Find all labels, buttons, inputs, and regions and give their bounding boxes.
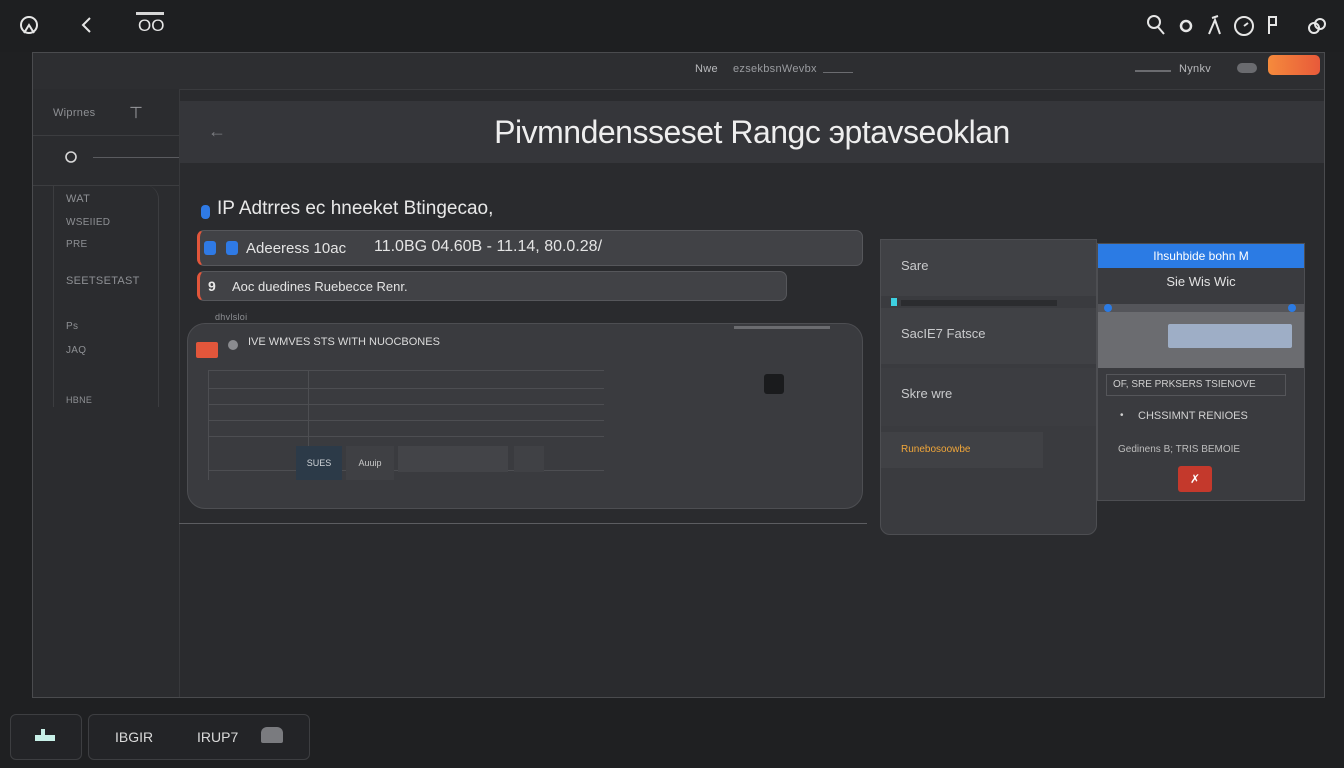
- detail-panel: Ihsuhbide bohn M Sie Wis Wic OF, SRE PRK…: [1097, 243, 1305, 501]
- table-button-auuip[interactable]: Auuip: [346, 446, 394, 480]
- sidebar-header: Wiprnes ⊤: [33, 89, 179, 136]
- detail-preview: [1098, 304, 1304, 368]
- sidebar-header-label: Wiprnes: [53, 107, 96, 119]
- address-field[interactable]: Adeeress 10ac 11.0BG 04.60B - 11.14, 80.…: [197, 230, 863, 266]
- sidebar-item[interactable]: PRE: [66, 239, 87, 250]
- action-button[interactable]: [1268, 55, 1320, 75]
- search-icon[interactable]: [1146, 14, 1166, 40]
- sidebar-item[interactable]: JAQ: [66, 345, 86, 356]
- status-dot-icon: [201, 205, 210, 219]
- footer-item[interactable]: IBGIR: [115, 729, 153, 745]
- sidebar-item[interactable]: WAT: [66, 193, 90, 205]
- pin-icon[interactable]: ⊤: [129, 103, 143, 123]
- detail-label[interactable]: OF, SRE PRKSERS TSIENOVE: [1106, 374, 1286, 396]
- title-bar: ← Pivmndensseset Rangc эptavseoklan: [180, 101, 1324, 163]
- window-label: OO: [138, 16, 165, 35]
- handle-icon[interactable]: [1104, 304, 1112, 312]
- detail-label: Gedinens B; TRIS BEMOIE: [1118, 444, 1241, 455]
- content-card: IVE WMVES STS WITH NUOCBONES SUES Auuip: [187, 323, 863, 509]
- delete-icon[interactable]: ✗: [1178, 466, 1212, 492]
- card-menu-button[interactable]: [764, 374, 784, 394]
- address-value[interactable]: 11.0BG 04.60B - 11.14, 80.0.28/: [374, 238, 602, 256]
- label-overline: [136, 12, 164, 15]
- card-badge: [196, 342, 218, 358]
- circle-icon[interactable]: [1178, 15, 1194, 39]
- range-icon: 9: [208, 278, 216, 294]
- address-icon: [204, 241, 216, 255]
- footer-bar: IBGIR IRUP7: [88, 714, 310, 760]
- option-item[interactable]: Sare: [881, 240, 1096, 296]
- back-icon[interactable]: [80, 14, 94, 40]
- card-dot-icon: [228, 340, 238, 350]
- top-bar: OO: [0, 0, 1344, 52]
- sidebar: Wiprnes ⊤ WAT WSEIIED PRE SEETSETAST Ps …: [33, 89, 180, 697]
- page-title: Pivmndensseset Rangc эptavseoklan: [494, 114, 1010, 150]
- home-icon[interactable]: [18, 15, 40, 41]
- chat-icon[interactable]: [261, 727, 283, 743]
- footer-home-button[interactable]: [10, 714, 82, 760]
- refresh-icon[interactable]: [63, 149, 79, 170]
- card-header-label: dhvlsloi: [215, 312, 248, 322]
- footer-item[interactable]: IRUP7: [197, 729, 238, 745]
- lambda-icon[interactable]: [1206, 14, 1222, 40]
- window-header: Nwe ezsekbsnWevbx Nynkv: [33, 53, 1324, 90]
- option-item-highlight[interactable]: Runebosoowbe: [881, 432, 1043, 468]
- option-item[interactable]: SacIE7 Fatsce: [881, 308, 1096, 364]
- sidebar-panel: WAT WSEIIED PRE SEETSETAST Ps JAQ HBNE: [53, 185, 159, 407]
- preview-input[interactable]: [1168, 324, 1292, 348]
- detail-sub: Sie Wis Wic: [1098, 268, 1304, 296]
- sidebar-item[interactable]: HBNE: [66, 395, 92, 405]
- options-column: Sare SacIE7 Fatsce Skre wre Runebosoowbe: [880, 239, 1097, 535]
- pin-icon[interactable]: [1266, 14, 1280, 40]
- sidebar-item[interactable]: SEETSETAST: [66, 275, 140, 287]
- toggle-icon[interactable]: [1237, 63, 1257, 73]
- table-button-sues[interactable]: SUES: [296, 446, 342, 480]
- detail-label: CHSSIMNT RENIOES: [1138, 410, 1248, 422]
- header-left-label: Nwe: [695, 63, 718, 75]
- link-icon[interactable]: [1306, 15, 1328, 41]
- sidebar-item[interactable]: Ps: [66, 321, 78, 332]
- address-label: Adeeress 10ac: [246, 240, 347, 257]
- bullet-icon: •: [1120, 410, 1124, 421]
- header-right-label: Nynkv: [1179, 63, 1212, 75]
- detail-header: Ihsuhbide bohn M: [1098, 244, 1304, 268]
- sidebar-search[interactable]: [33, 135, 179, 186]
- handle-icon[interactable]: [1288, 304, 1296, 312]
- option-item[interactable]: Skre wre: [881, 368, 1096, 426]
- sidebar-item[interactable]: WSEIIED: [66, 217, 110, 228]
- clock-icon[interactable]: [1233, 15, 1255, 41]
- indicator-icon: [891, 298, 897, 306]
- main-window: Nwe ezsekbsnWevbx Nynkv Wiprnes ⊤ WAT WS…: [32, 52, 1325, 698]
- range-label: Aoc duedines Ruebecce Renr.: [232, 279, 408, 294]
- deploy-icon: [33, 727, 57, 750]
- header-center-label: ezsekbsnWevbx: [733, 63, 817, 75]
- card-title: IVE WMVES STS WITH NUOCBONES: [248, 336, 440, 348]
- section-subtitle: IP Adtrres ec hneeket Btingecao,: [217, 198, 494, 219]
- range-field[interactable]: 9 Aoc duedines Ruebecce Renr.: [197, 271, 787, 301]
- address-type-icon: [226, 241, 238, 255]
